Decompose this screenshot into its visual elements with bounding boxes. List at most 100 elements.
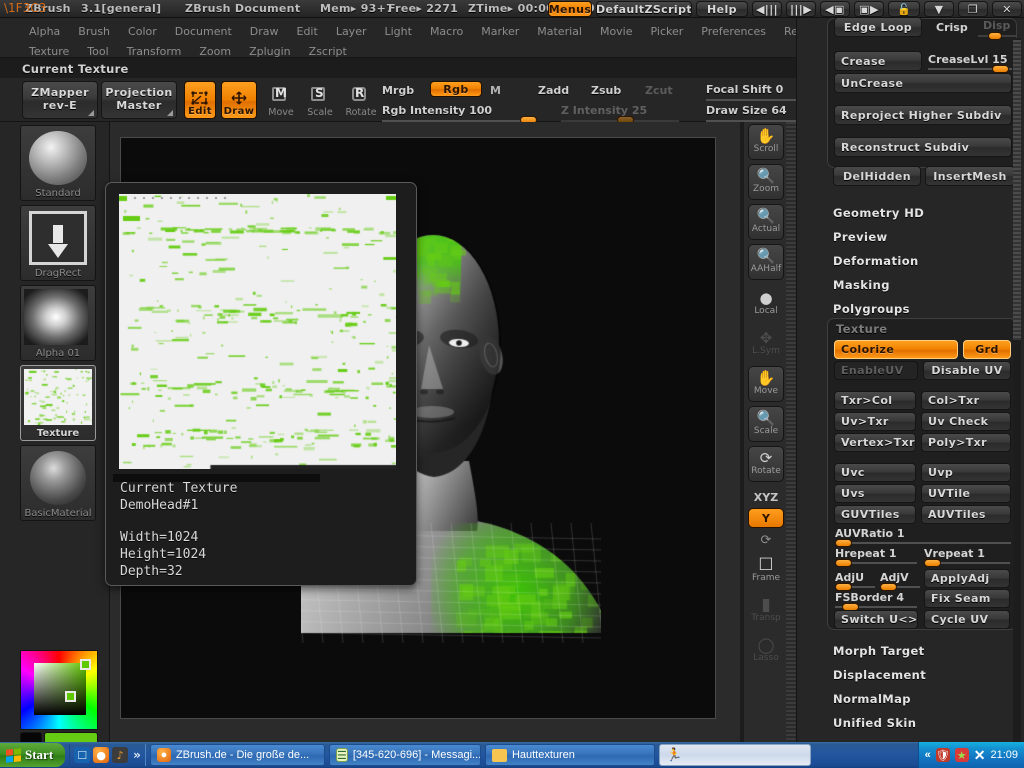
palette-alpha[interactable]: Alpha 01 xyxy=(20,285,96,361)
right-panel-scrollbar-thumb[interactable] xyxy=(1013,40,1021,340)
menu-item-zplugin[interactable]: Zplugin xyxy=(240,44,300,59)
auvratio-slider-knob[interactable] xyxy=(835,539,852,547)
menu-item-marker[interactable]: Marker xyxy=(472,24,528,39)
local-tool[interactable]: ● Local xyxy=(748,286,784,322)
close-x-icon[interactable]: ✕ xyxy=(974,747,986,764)
menu-item-alpha[interactable]: Alpha xyxy=(20,24,69,39)
texture-preview-image[interactable] xyxy=(119,194,396,469)
start-button[interactable]: Start xyxy=(0,743,65,767)
frame-tool[interactable]: ☐ Frame xyxy=(748,554,784,588)
canvas-vertical-scrollbar[interactable] xyxy=(786,122,796,742)
zcut-button[interactable]: Zcut xyxy=(645,84,673,97)
aahalf-tool[interactable]: 🔍 AAHalf xyxy=(748,244,784,280)
draw-button[interactable]: Draw xyxy=(221,81,257,119)
delhidden-button[interactable]: DelHidden xyxy=(833,166,921,186)
color-picker-wheel[interactable] xyxy=(20,650,98,730)
menu-item-material[interactable]: Material xyxy=(528,24,591,39)
taskbar-item-messenger[interactable]: ☰ [345-620-696] - Messagi... xyxy=(329,744,481,766)
vrepeat-slider-knob[interactable] xyxy=(924,559,941,567)
taskbar-item-zbrush[interactable]: 🏃 xyxy=(659,744,811,766)
tray-right-icon[interactable]: ▣▶ xyxy=(854,1,884,17)
menu-item-preferences[interactable]: Preferences xyxy=(692,24,775,39)
uvp-button[interactable]: Uvp xyxy=(921,463,1011,482)
restore-icon[interactable]: ❐ xyxy=(958,1,988,17)
tray-left-icon[interactable]: ◀▣ xyxy=(820,1,850,17)
scale-button[interactable]: S Scale xyxy=(302,82,338,118)
minimize-icon[interactable]: ▼ xyxy=(924,1,954,17)
txr-to-col-button[interactable]: Txr>Col xyxy=(834,391,916,410)
menu-item-zoom[interactable]: Zoom xyxy=(190,44,240,59)
edit-button[interactable]: Edit xyxy=(184,81,216,119)
antivirus-icon[interactable]: ★ xyxy=(955,748,969,762)
move-button[interactable]: M Move xyxy=(263,82,299,118)
menu-item-layer[interactable]: Layer xyxy=(327,24,376,39)
menu-item-brush[interactable]: Brush xyxy=(69,24,119,39)
firefox-icon[interactable]: ● xyxy=(93,747,109,763)
crease-button[interactable]: Crease xyxy=(834,51,922,71)
menu-item-macro[interactable]: Macro xyxy=(421,24,472,39)
creaselvl-slider-knob[interactable] xyxy=(992,65,1009,73)
shield-icon[interactable]: 🛡 xyxy=(936,748,950,762)
disp-slider-knob[interactable] xyxy=(988,32,1002,40)
enableuv-button[interactable]: EnableUV xyxy=(834,361,918,380)
palette-texture[interactable]: Texture xyxy=(20,365,96,441)
scale-tool[interactable]: 🔍 Scale xyxy=(748,406,784,442)
uncrease-button[interactable]: UnCrease xyxy=(834,73,1012,93)
adjv-slider-knob[interactable] xyxy=(880,583,897,591)
tray-chevron-icon[interactable]: « xyxy=(925,749,931,761)
menu-item-draw[interactable]: Draw xyxy=(241,24,288,39)
hue-marker[interactable] xyxy=(80,659,91,670)
menu-item-edit[interactable]: Edit xyxy=(288,24,327,39)
axis-y-tool[interactable]: Y xyxy=(748,508,784,528)
section-displacement[interactable]: Displacement xyxy=(833,668,926,682)
rotate-button[interactable]: R Rotate xyxy=(343,82,379,118)
menu-item-zscript[interactable]: Zscript xyxy=(300,44,356,59)
menu-item-tool[interactable]: Tool xyxy=(78,44,117,59)
reproject-higher-subdiv-button[interactable]: Reproject Higher Subdiv xyxy=(834,105,1012,125)
section-masking[interactable]: Masking xyxy=(833,278,890,292)
uv-check-button[interactable]: Uv Check xyxy=(921,412,1011,431)
palette-material[interactable]: BasicMaterial xyxy=(20,445,96,521)
scroll-right-icon[interactable]: |||▶ xyxy=(786,1,816,17)
media-icon[interactable]: ♪ xyxy=(112,747,128,763)
palette-brush[interactable]: Standard xyxy=(20,125,96,201)
reconstruct-subdiv-button[interactable]: Reconstruct Subdiv xyxy=(834,137,1012,157)
taskbar-item-zbrush-de[interactable]: ● ZBrush.de - Die große de... xyxy=(150,744,325,766)
projection-master-button[interactable]: Projection Master xyxy=(101,81,177,119)
uvc-button[interactable]: Uvc xyxy=(834,463,916,482)
auvratio-slider-track[interactable] xyxy=(835,542,1011,544)
scroll-tool[interactable]: ✋ Scroll xyxy=(748,124,784,160)
axis-xyz-tool[interactable]: XYZ xyxy=(748,486,784,508)
uvtile-button[interactable]: UVTile xyxy=(921,484,1011,503)
zmapper-button[interactable]: ZMapper rev-E xyxy=(22,81,98,119)
grd-button[interactable]: Grd xyxy=(963,340,1011,359)
vertex-to-txr-button[interactable]: Vertex>Txr xyxy=(834,433,916,452)
hrepeat-slider-knob[interactable] xyxy=(835,559,852,567)
menus-button[interactable]: Menus xyxy=(548,1,592,17)
mrgb-button[interactable]: Mrgb xyxy=(382,84,414,97)
section-geometry-hd[interactable]: Geometry HD xyxy=(833,206,924,220)
overflow-icon[interactable]: » xyxy=(131,748,141,762)
lock-icon[interactable]: 🔓 xyxy=(888,1,920,17)
axis-z-tool[interactable]: ⟳ xyxy=(748,530,784,550)
menu-item-color[interactable]: Color xyxy=(119,24,166,39)
fixseam-button[interactable]: Fix Seam xyxy=(924,589,1010,608)
close-icon[interactable]: ✕ xyxy=(992,1,1022,17)
crisp-button[interactable]: Crisp xyxy=(936,21,968,34)
taskbar-item-hauttexturen[interactable]: Hauttexturen xyxy=(485,744,655,766)
move-tool[interactable]: ✋ Move xyxy=(748,366,784,402)
m-button[interactable]: M xyxy=(490,84,501,97)
help-button[interactable]: Help xyxy=(696,1,748,17)
lasso-tool[interactable]: ◯ Lasso xyxy=(748,634,784,668)
adju-slider-knob[interactable] xyxy=(835,583,852,591)
section-normalmap[interactable]: NormalMap xyxy=(833,692,911,706)
auvtiles-button[interactable]: AUVTiles xyxy=(921,505,1011,524)
lsym-tool[interactable]: ✥ L.Sym xyxy=(748,326,784,362)
colorize-button[interactable]: Colorize xyxy=(834,340,958,359)
color-picker-square[interactable] xyxy=(34,663,86,715)
insertmesh-button[interactable]: InsertMesh xyxy=(925,166,1015,186)
zadd-button[interactable]: Zadd xyxy=(538,84,569,97)
col-to-txr-button[interactable]: Col>Txr xyxy=(921,391,1011,410)
section-polygroups[interactable]: Polygroups xyxy=(833,302,910,316)
switch-uv-button[interactable]: Switch U<>V xyxy=(834,610,918,629)
